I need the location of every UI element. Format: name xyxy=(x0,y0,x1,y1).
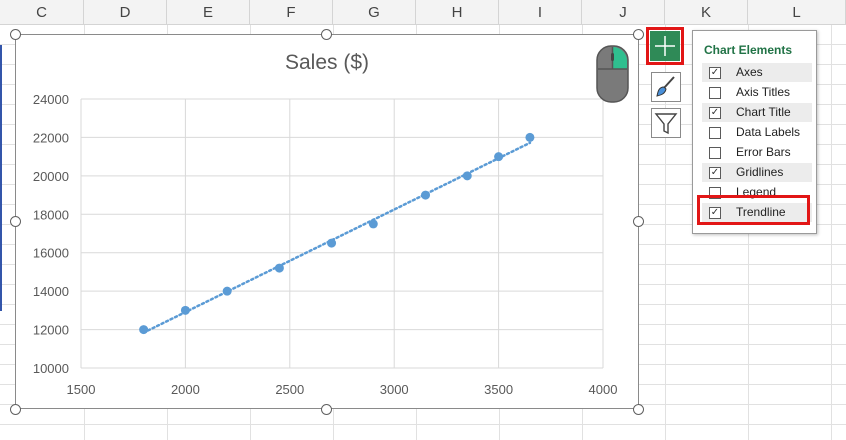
resize-handle-bottom-right[interactable] xyxy=(633,404,644,415)
y-tick-label: 18000 xyxy=(33,207,69,222)
x-tick-label: 2000 xyxy=(171,382,200,397)
column-header-d[interactable]: D xyxy=(84,0,167,25)
chart-title-checkbox[interactable]: ✓ xyxy=(709,107,721,119)
axis-titles-checkbox[interactable] xyxy=(709,87,721,99)
trendline[interactable] xyxy=(142,141,532,334)
error-bars-checkbox[interactable] xyxy=(709,147,721,159)
data-point[interactable] xyxy=(421,190,431,200)
resize-handle-top-left[interactable] xyxy=(10,29,21,40)
x-tick-label: 3000 xyxy=(380,382,409,397)
mouse-icon xyxy=(596,45,629,103)
funnel-icon xyxy=(654,113,678,135)
chart-element-data-labels[interactable]: Data Labels xyxy=(702,123,812,142)
chart-element-gridlines[interactable]: ✓ Gridlines xyxy=(702,163,812,182)
column-header-h[interactable]: H xyxy=(416,0,499,25)
column-header-e[interactable]: E xyxy=(167,0,250,25)
y-tick-label: 16000 xyxy=(33,246,69,261)
resize-handle-left[interactable] xyxy=(10,216,21,227)
x-tick-label: 1500 xyxy=(67,382,96,397)
data-point[interactable] xyxy=(462,171,472,181)
chart-title-option-label: Chart Title xyxy=(736,105,791,119)
gridlines-checkbox[interactable]: ✓ xyxy=(709,167,721,179)
gridlines-label: Gridlines xyxy=(736,165,784,179)
chart-element-axes[interactable]: ✓ Axes xyxy=(702,63,812,82)
highlight-box-trendline xyxy=(697,195,810,225)
y-tick-label: 22000 xyxy=(33,130,69,145)
x-tick-label: 4000 xyxy=(589,382,618,397)
data-point[interactable] xyxy=(368,219,378,229)
data-point[interactable] xyxy=(327,238,337,248)
paintbrush-icon xyxy=(656,76,675,97)
chart-styles-button[interactable] xyxy=(651,72,681,102)
resize-handle-top[interactable] xyxy=(321,29,332,40)
axes-checkbox[interactable]: ✓ xyxy=(709,67,721,79)
data-point[interactable] xyxy=(274,263,284,273)
scatter-chart[interactable]: Sales ($) 10000 12000 14000 16000 18000 20000… xyxy=(15,34,639,409)
chart-element-axis-titles[interactable]: Axis Titles xyxy=(702,83,812,102)
column-header-j[interactable]: J xyxy=(582,0,665,25)
resize-handle-right[interactable] xyxy=(633,216,644,227)
y-tick-label: 12000 xyxy=(33,323,69,338)
chart-element-chart-title[interactable]: ✓ Chart Title xyxy=(702,103,812,122)
y-tick-label: 24000 xyxy=(33,92,69,107)
y-tick-label: 10000 xyxy=(33,361,69,376)
data-labels-label: Data Labels xyxy=(736,125,801,139)
resize-handle-top-right[interactable] xyxy=(633,29,644,40)
data-point[interactable] xyxy=(139,325,149,335)
column-header-l[interactable]: L xyxy=(748,0,846,25)
chart-filters-button[interactable] xyxy=(651,108,681,138)
plot-area[interactable]: 10000 12000 14000 16000 18000 20000 22000 24000… xyxy=(16,35,638,408)
x-tick-label: 2500 xyxy=(275,382,304,397)
resize-handle-bottom[interactable] xyxy=(321,404,332,415)
column-header-f[interactable]: F xyxy=(250,0,333,25)
data-point[interactable] xyxy=(525,132,535,142)
column-header-g[interactable]: G xyxy=(333,0,416,25)
x-tick-label: 3500 xyxy=(484,382,513,397)
column-header-k[interactable]: K xyxy=(665,0,748,25)
data-point[interactable] xyxy=(494,152,504,162)
y-tick-label: 20000 xyxy=(33,169,69,184)
chart-element-error-bars[interactable]: Error Bars xyxy=(702,143,812,162)
column-header-row: C D E F G H I J K L xyxy=(0,0,846,25)
selection-border-left xyxy=(0,45,2,311)
error-bars-label: Error Bars xyxy=(736,145,791,159)
axis-titles-label: Axis Titles xyxy=(736,85,791,99)
data-point[interactable] xyxy=(222,286,232,296)
resize-handle-bottom-left[interactable] xyxy=(10,404,21,415)
data-point[interactable] xyxy=(180,305,190,315)
highlight-box-plus xyxy=(646,27,684,65)
column-header-c[interactable]: C xyxy=(0,0,84,25)
column-header-i[interactable]: I xyxy=(499,0,582,25)
data-labels-checkbox[interactable] xyxy=(709,127,721,139)
y-tick-label: 14000 xyxy=(33,284,69,299)
axes-label: Axes xyxy=(736,65,763,79)
panel-title: Chart Elements xyxy=(704,43,793,57)
